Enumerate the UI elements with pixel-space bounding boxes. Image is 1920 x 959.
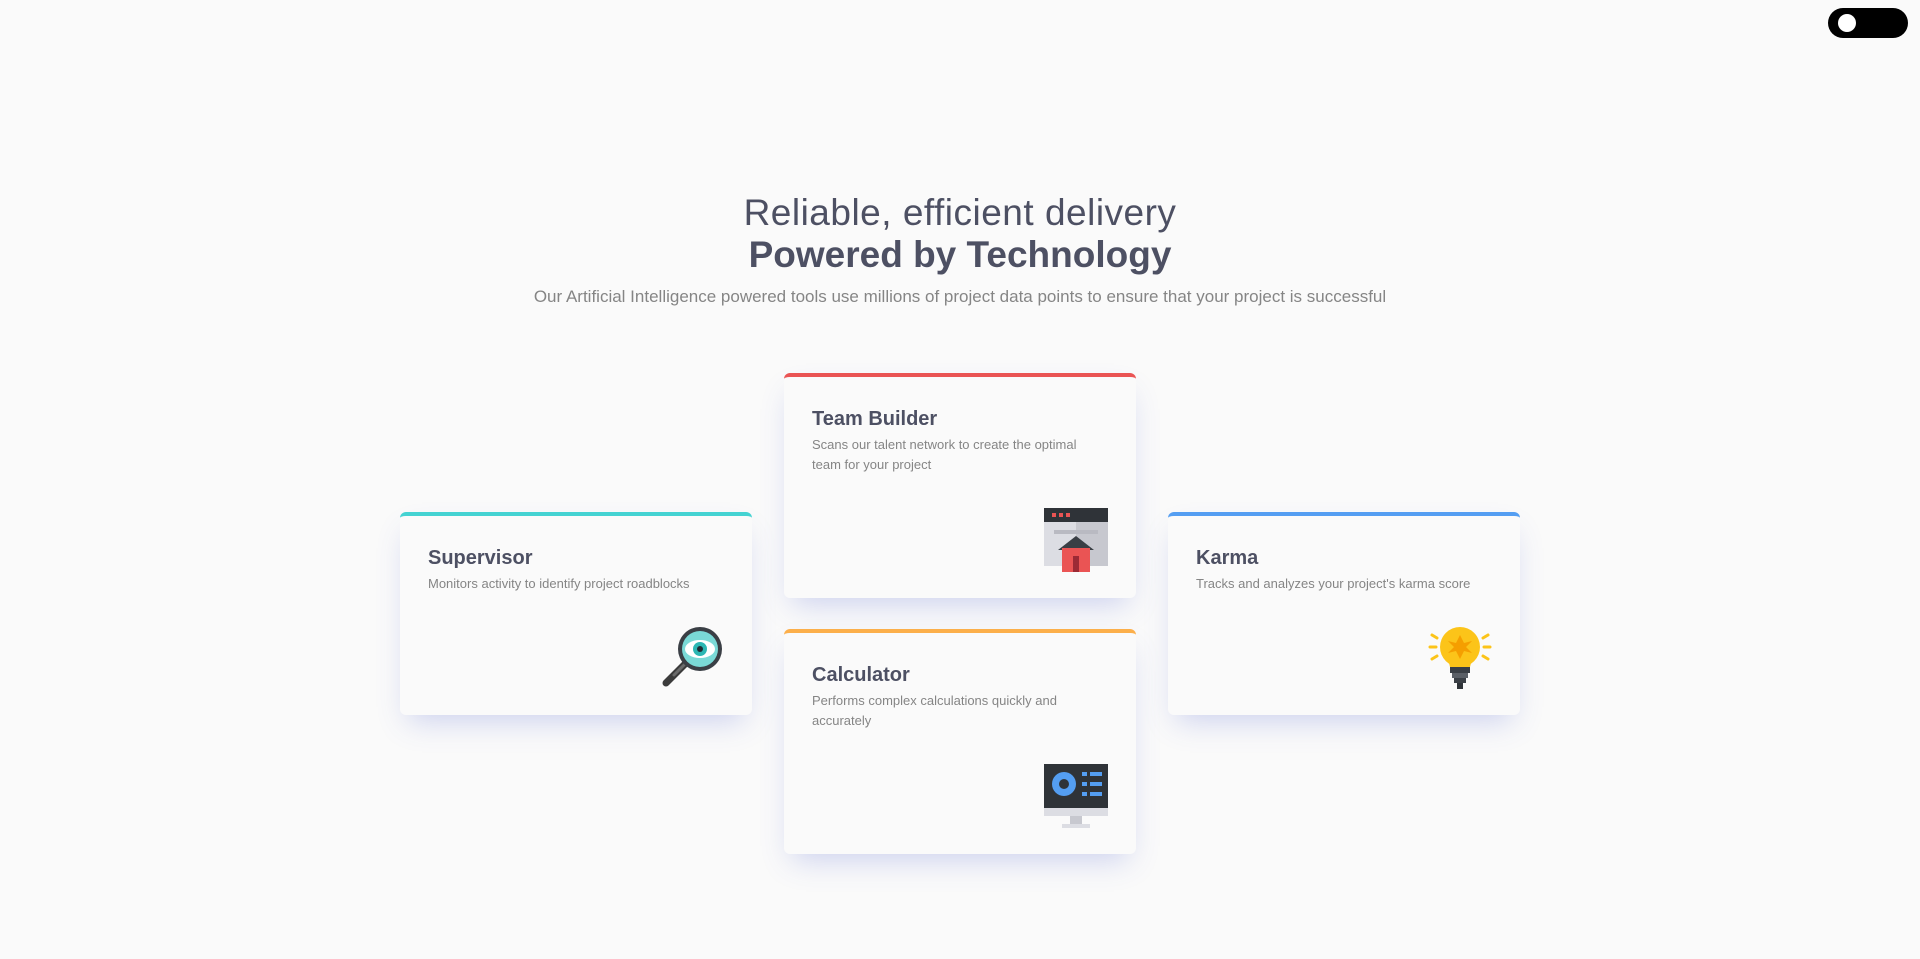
- card-title: Karma: [1196, 547, 1259, 569]
- card-calculator: Calculator Performs complex calculations…: [784, 629, 1136, 854]
- theme-toggle[interactable]: [1828, 8, 1908, 38]
- monitor-chart-icon: [1044, 764, 1108, 828]
- card-description: Monitors activity to identify project ro…: [428, 576, 690, 591]
- hero-title-bold: Powered by Technology: [748, 234, 1172, 275]
- hero-subtitle: Our Artificial Intelligence powered tool…: [533, 287, 1387, 306]
- magnifier-eye-icon: [660, 625, 724, 689]
- card-title: Calculator: [812, 664, 910, 686]
- lightbulb-icon: [1428, 625, 1492, 689]
- card-supervisor: Supervisor Monitors activity to identify…: [400, 512, 752, 715]
- hero-title-light: Reliable, efficient delivery: [743, 192, 1177, 233]
- card-title: Team Builder: [812, 408, 938, 430]
- theme-toggle-knob: [1838, 14, 1856, 32]
- card-description: Scans our talent network to create the o…: [812, 437, 1077, 472]
- card-description: Performs complex calculations quickly an…: [812, 693, 1057, 728]
- browser-house-icon: [1044, 508, 1108, 572]
- card-description: Tracks and analyzes your project's karma…: [1196, 576, 1471, 591]
- card-title: Supervisor: [428, 547, 533, 569]
- card-team-builder: Team Builder Scans our talent network to…: [784, 373, 1136, 598]
- card-karma: Karma Tracks and analyzes your project's…: [1168, 512, 1520, 715]
- hero-header: Reliable, efficient delivery Powered by …: [0, 192, 1920, 308]
